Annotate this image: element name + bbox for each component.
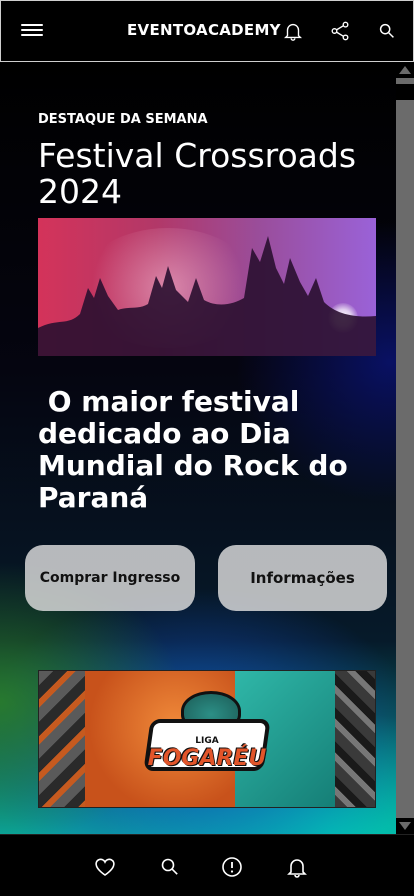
scroll-up-arrow-icon[interactable] (396, 62, 414, 78)
scrollbar[interactable] (396, 62, 414, 834)
liga-fogareu-logo: LIGA FOGARÉU (143, 691, 271, 795)
heart-icon[interactable] (93, 855, 117, 879)
menu-icon[interactable] (21, 21, 43, 41)
logo-fogareu-text: FOGARÉU (147, 745, 267, 771)
search-icon[interactable] (376, 20, 398, 42)
bell-icon[interactable] (285, 855, 309, 879)
buy-ticket-button[interactable]: Comprar Ingresso (25, 545, 195, 611)
info-icon[interactable] (220, 855, 244, 879)
bell-icon[interactable] (282, 20, 304, 42)
search-icon[interactable] (158, 855, 182, 879)
crowd-silhouette (38, 236, 376, 356)
scroll-down-arrow-icon[interactable] (396, 818, 414, 834)
festival-hero-image (38, 218, 376, 356)
share-icon[interactable] (329, 20, 351, 42)
liga-fogareu-banner[interactable]: LIGA FOGARÉU (38, 670, 376, 808)
bottom-nav (0, 834, 414, 896)
logo-liga-text: LIGA (195, 735, 219, 746)
featured-subtitle: O maior festival dedicado ao Dia Mundial… (38, 385, 358, 514)
top-bar: EVENTOACADEMY (0, 0, 414, 62)
scrollbar-thumb[interactable] (396, 84, 414, 100)
featured-title: Festival Crossroads 2024 (38, 136, 357, 211)
main-content: DESTAQUE DA SEMANA Festival Crossroads 2… (0, 62, 396, 834)
info-button[interactable]: Informações (218, 545, 387, 611)
featured-eyebrow: DESTAQUE DA SEMANA (38, 112, 208, 127)
app-title: EVENTOACADEMY (127, 21, 281, 39)
